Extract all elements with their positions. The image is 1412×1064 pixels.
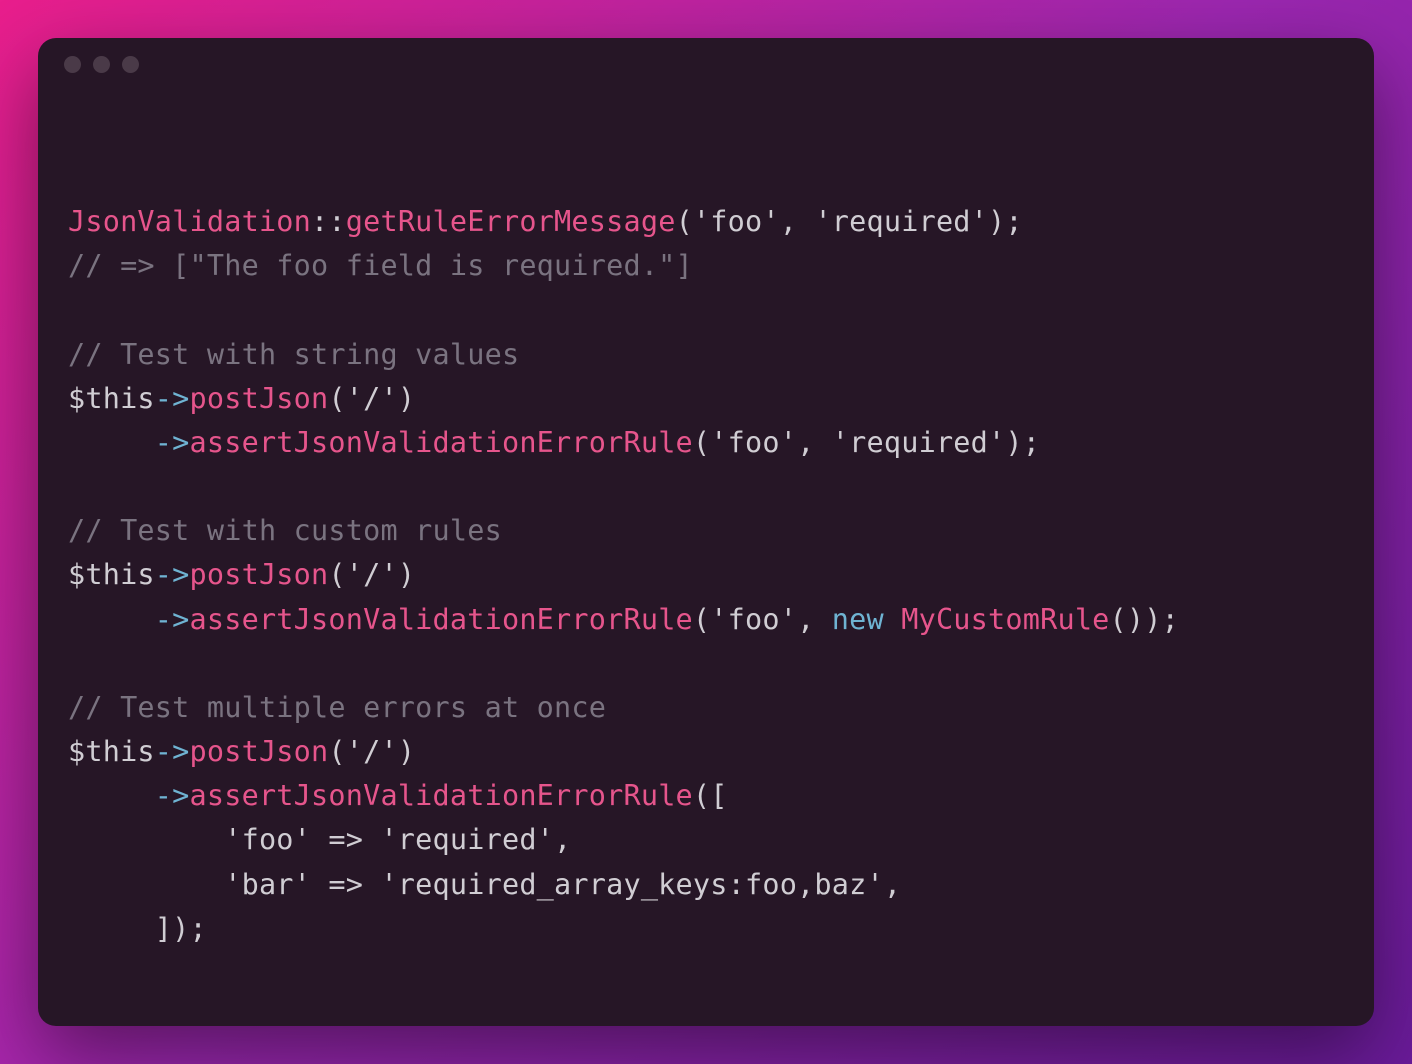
token-arrow: -> [155,779,190,812]
code-line-2: // => ["The foo field is required."] [68,249,693,282]
token-method: postJson [190,735,329,768]
token-method: assertJsonValidationErrorRule [190,779,693,812]
token-comma: , [797,426,832,459]
token-string: 'foo' [710,426,797,459]
token-arrow: -> [155,603,190,636]
token-var: $this [68,735,155,768]
window-titlebar [38,38,1374,90]
code-line-10: ->assertJsonValidationErrorRule('foo', n… [68,603,1179,636]
token-comma: , [780,205,815,238]
token-paren: ); [1144,603,1179,636]
code-line-9: $this->postJson('/') [68,558,415,591]
code-area: JsonValidation::getRuleErrorMessage('foo… [38,90,1374,981]
token-arrow: -> [155,382,190,415]
token-arrow: -> [155,558,190,591]
token-method: postJson [190,558,329,591]
token-keyword: new [832,603,884,636]
token-arrow: -> [155,426,190,459]
token-paren: ) [398,382,415,415]
code-line-5: $this->postJson('/') [68,382,415,415]
token-paren: ) [398,735,415,768]
token-var: $this [68,382,155,415]
token-class: MyCustomRule [901,603,1109,636]
token-string: 'required' [814,205,988,238]
zoom-dot[interactable] [122,56,139,73]
code-line-12: // Test multiple errors at once [68,691,606,724]
token-arrow: -> [155,735,190,768]
token-paren: ( [328,735,345,768]
token-paren: ); [988,205,1023,238]
token-indent [68,779,155,812]
minimize-dot[interactable] [93,56,110,73]
token-method: assertJsonValidationErrorRule [190,603,693,636]
token-string: 'required' [832,426,1006,459]
token-string: '/' [346,735,398,768]
code-line-4: // Test with string values [68,338,519,371]
token-paren: ( [693,603,710,636]
token-indent [68,426,155,459]
token-op: :: [311,205,346,238]
token-string: '/' [346,558,398,591]
code-line-13: $this->postJson('/') [68,735,415,768]
token-paren: ( [676,205,693,238]
token-string: '/' [346,382,398,415]
token-class: JsonValidation [68,205,311,238]
token-method: postJson [190,382,329,415]
token-paren: ([ [693,779,728,812]
token-indent [68,603,155,636]
token-paren: ); [1005,426,1040,459]
token-string: 'foo' [693,205,780,238]
code-line-6: ->assertJsonValidationErrorRule('foo', '… [68,426,1040,459]
token-paren: ( [693,426,710,459]
token-method: assertJsonValidationErrorRule [190,426,693,459]
code-line-17: ]); [68,912,207,945]
code-line-8: // Test with custom rules [68,514,502,547]
token-paren: ) [398,558,415,591]
token-paren: () [1110,603,1145,636]
token-method: getRuleErrorMessage [346,205,676,238]
token-space [884,603,901,636]
token-comma: , [797,603,832,636]
token-string: 'foo' [710,603,797,636]
code-line-15: 'foo' => 'required', [68,823,571,856]
close-dot[interactable] [64,56,81,73]
code-line-14: ->assertJsonValidationErrorRule([ [68,779,728,812]
code-line-16: 'bar' => 'required_array_keys:foo,baz', [68,868,901,901]
token-paren: ( [328,558,345,591]
code-window: JsonValidation::getRuleErrorMessage('foo… [38,38,1374,1026]
token-var: $this [68,558,155,591]
token-paren: ( [328,382,345,415]
code-line-1: JsonValidation::getRuleErrorMessage('foo… [68,205,1023,238]
